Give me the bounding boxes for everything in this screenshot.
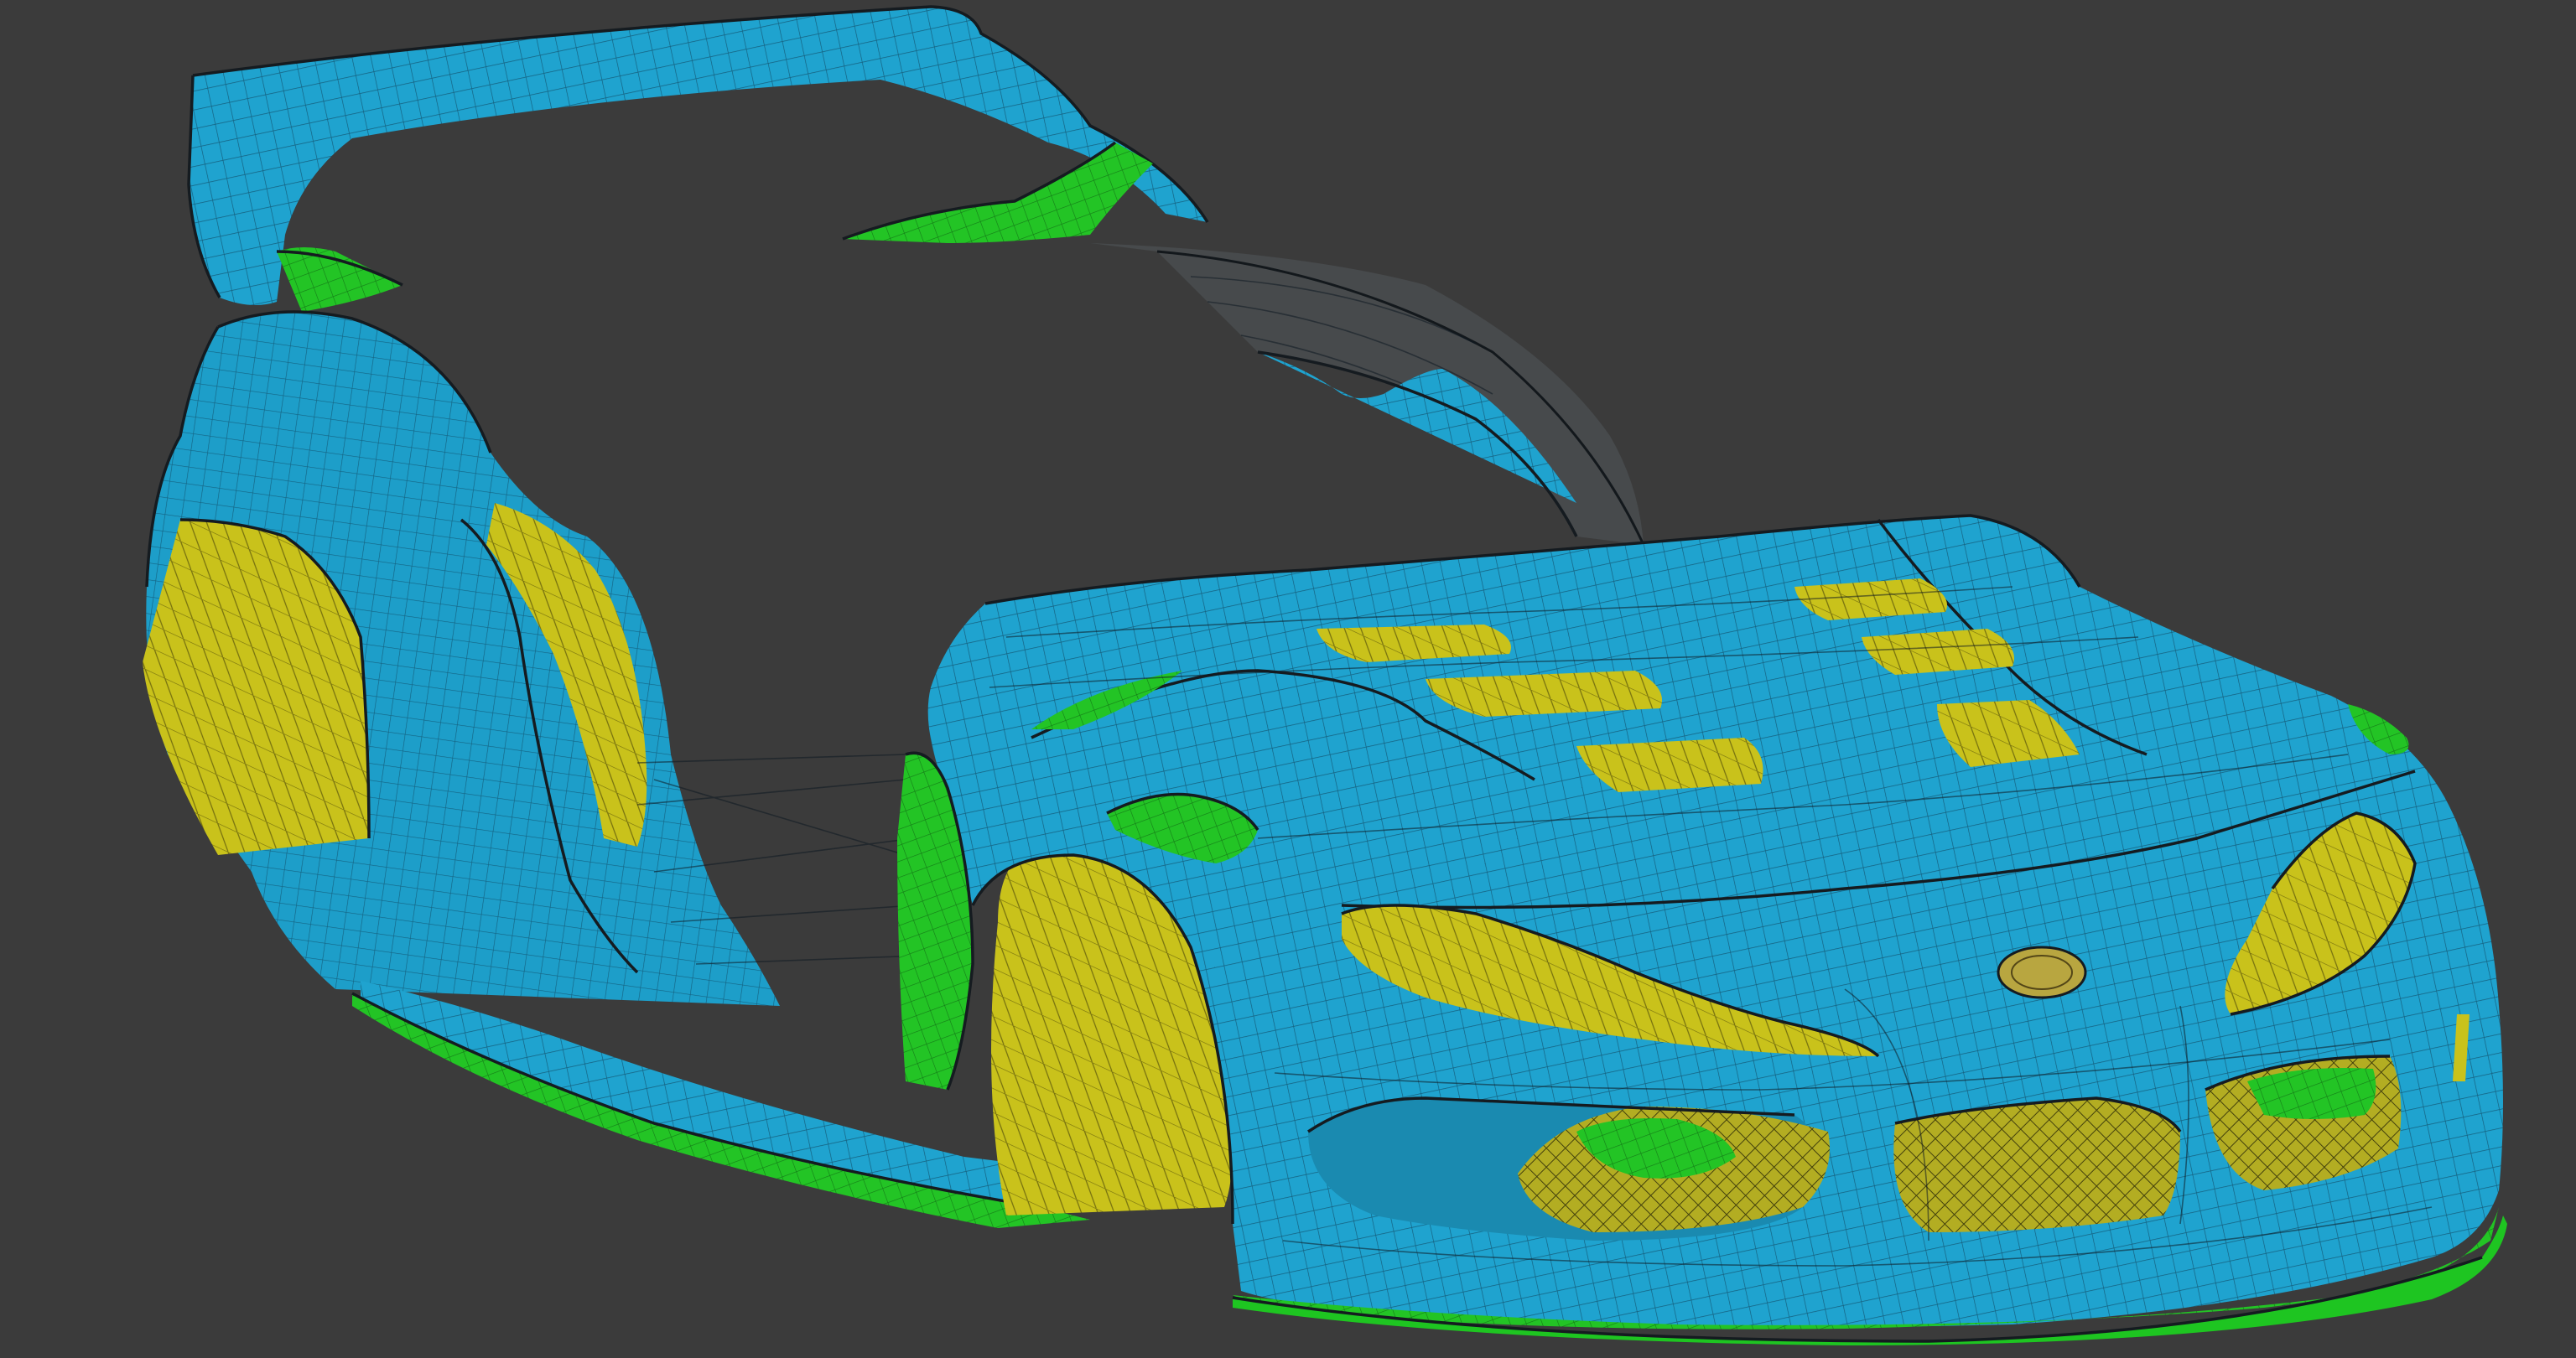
hood-vent (1862, 629, 2014, 675)
rear-quarter-panel (143, 310, 780, 1006)
side-skirt (351, 981, 1090, 1228)
lower-grille-center (1893, 1098, 2180, 1232)
roof-arch (1090, 243, 1645, 546)
rear-wing (187, 5, 1209, 312)
car-body-wireframe-render (143, 5, 2507, 1345)
3d-viewport[interactable] (0, 0, 2576, 1358)
